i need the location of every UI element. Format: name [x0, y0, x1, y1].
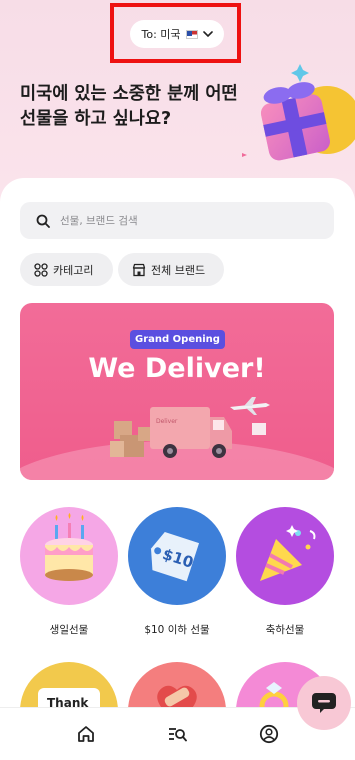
promo-banner[interactable]: Grand Opening We Deliver! Deliver: [20, 303, 334, 480]
category-image: [20, 507, 118, 605]
category-chip[interactable]: 카테고리: [20, 253, 113, 286]
category-label: $10 이하 선물: [144, 624, 210, 636]
search-icon: [36, 214, 50, 228]
category-label: 생일선물: [49, 624, 89, 636]
category-birthday[interactable]: 생일선물: [20, 507, 118, 637]
chat-bubble-icon: [312, 693, 336, 713]
category-under-10[interactable]: $10 $10 이하 선물: [128, 507, 226, 637]
home-icon[interactable]: [76, 724, 96, 744]
cake-icon: [45, 513, 93, 581]
chip-label: 전체 브랜드: [151, 263, 206, 277]
profile-icon[interactable]: [259, 724, 279, 744]
price-tag-icon: $10: [151, 532, 200, 582]
category-label: 축하선물: [265, 624, 305, 636]
delivery-truck-illustration: Deliver: [20, 397, 334, 480]
chip-label: 카테고리: [53, 263, 94, 277]
list-search-icon[interactable]: [167, 724, 188, 744]
search-placeholder: 선물, 브랜드 검색: [60, 215, 138, 227]
category-celebration[interactable]: 축하선물: [236, 507, 334, 637]
page-headline: 미국에 있는 소중한 분께 어떤 선물을 하고 싶나요?: [20, 84, 238, 129]
category-image: [236, 507, 334, 605]
category-image: $10: [128, 507, 226, 605]
search-bar[interactable]: 선물, 브랜드 검색: [20, 202, 334, 239]
store-icon: [132, 263, 146, 276]
chat-button[interactable]: [297, 676, 351, 730]
party-popper-icon: [260, 525, 316, 581]
all-brands-chip[interactable]: 전체 브랜드: [118, 253, 224, 286]
highlight-box: [110, 3, 241, 63]
truck-text: Deliver: [156, 418, 178, 425]
grid-icon: [34, 262, 48, 277]
gift-box-illustration: [242, 64, 355, 161]
